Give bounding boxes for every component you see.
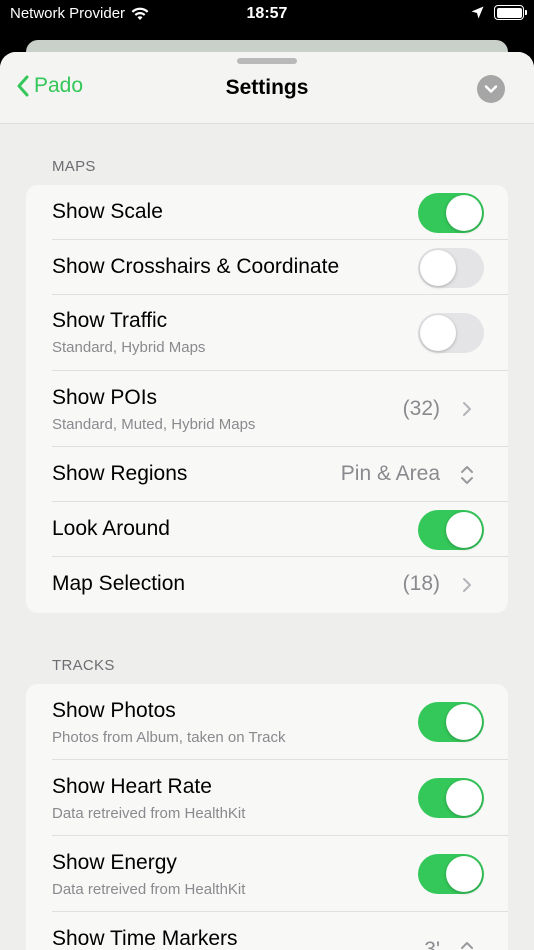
close-button[interactable] — [477, 75, 505, 103]
settings-sheet: Pado Settings MAPS Show Scale Show Cross… — [0, 52, 534, 950]
time-markers-value[interactable]: 3' — [424, 938, 440, 950]
page-title: Settings — [225, 76, 309, 99]
show-photos-toggle[interactable] — [418, 702, 484, 742]
row-show-photos[interactable]: Show Photos Photos from Album, taken on … — [26, 684, 508, 760]
battery-icon — [494, 5, 527, 20]
toggle-knob — [420, 250, 456, 286]
row-map-selection[interactable]: Map Selection (18) — [26, 557, 508, 613]
show-energy-toggle[interactable] — [418, 854, 484, 894]
toggle-knob — [446, 856, 482, 892]
row-subtitle: Data retreived from HealthKit — [52, 805, 246, 822]
navigation-bar: Pado Settings — [0, 52, 534, 124]
map-selection-count: (18) — [402, 572, 440, 595]
location-arrow-icon — [471, 6, 484, 19]
row-title: Show Regions — [52, 462, 188, 485]
chevron-up-down-icon — [461, 466, 473, 484]
row-show-scale[interactable]: Show Scale — [26, 185, 508, 240]
row-title: Show POIs — [52, 386, 158, 409]
row-title: Map Selection — [52, 572, 186, 595]
sheet-grabber[interactable] — [237, 58, 297, 64]
status-bar: Network Provider 18:57 — [0, 0, 534, 30]
toggle-knob — [446, 512, 482, 548]
tracks-group: Show Photos Photos from Album, taken on … — [26, 684, 508, 950]
row-title: Show Crosshairs & Coordinate — [52, 255, 340, 278]
maps-group: Show Scale Show Crosshairs & Coordinate … — [26, 185, 508, 613]
show-scale-toggle[interactable] — [418, 193, 484, 233]
row-show-crosshairs[interactable]: Show Crosshairs & Coordinate — [26, 240, 508, 295]
show-crosshairs-toggle[interactable] — [418, 248, 484, 288]
chevron-down-icon — [484, 85, 498, 93]
row-title: Show Time Markers — [52, 927, 238, 950]
section-header-maps: MAPS — [52, 158, 96, 175]
row-title: Show Scale — [52, 200, 163, 223]
row-show-pois[interactable]: Show POIs Standard, Muted, Hybrid Maps (… — [26, 371, 508, 447]
status-indicators — [471, 5, 527, 20]
toggle-knob — [420, 315, 456, 351]
row-show-energy[interactable]: Show Energy Data retreived from HealthKi… — [26, 836, 508, 912]
row-show-regions[interactable]: Show Regions Pin & Area — [26, 447, 508, 502]
row-look-around[interactable]: Look Around — [26, 502, 508, 557]
row-show-traffic[interactable]: Show Traffic Standard, Hybrid Maps — [26, 295, 508, 371]
show-heart-rate-toggle[interactable] — [418, 778, 484, 818]
pois-count: (32) — [402, 397, 440, 420]
row-subtitle: Standard, Muted, Hybrid Maps — [52, 416, 256, 433]
toggle-knob — [446, 195, 482, 231]
toggle-knob — [446, 704, 482, 740]
chevron-right-icon — [463, 402, 471, 416]
regions-value[interactable]: Pin & Area — [341, 462, 440, 486]
row-title: Show Energy — [52, 851, 177, 874]
show-traffic-toggle[interactable] — [418, 313, 484, 353]
row-title: Show Photos — [52, 699, 176, 722]
row-title: Look Around — [52, 517, 170, 540]
chevron-right-icon — [463, 578, 471, 592]
section-header-tracks: TRACKS — [52, 657, 115, 674]
look-around-toggle[interactable] — [418, 510, 484, 550]
row-title: Show Traffic — [52, 309, 168, 332]
row-show-heart-rate[interactable]: Show Heart Rate Data retreived from Heal… — [26, 760, 508, 836]
chevron-up-down-icon — [461, 942, 473, 949]
status-time: 18:57 — [246, 5, 288, 22]
row-title: Show Heart Rate — [52, 775, 212, 798]
battery-fill — [496, 7, 522, 18]
toggle-knob — [446, 780, 482, 816]
row-subtitle: Standard, Hybrid Maps — [52, 339, 206, 356]
row-subtitle: Data retreived from HealthKit — [52, 881, 246, 898]
row-subtitle: Photos from Album, taken on Track — [52, 729, 286, 746]
row-show-time-markers[interactable]: Show Time Markers 3' — [26, 912, 508, 950]
